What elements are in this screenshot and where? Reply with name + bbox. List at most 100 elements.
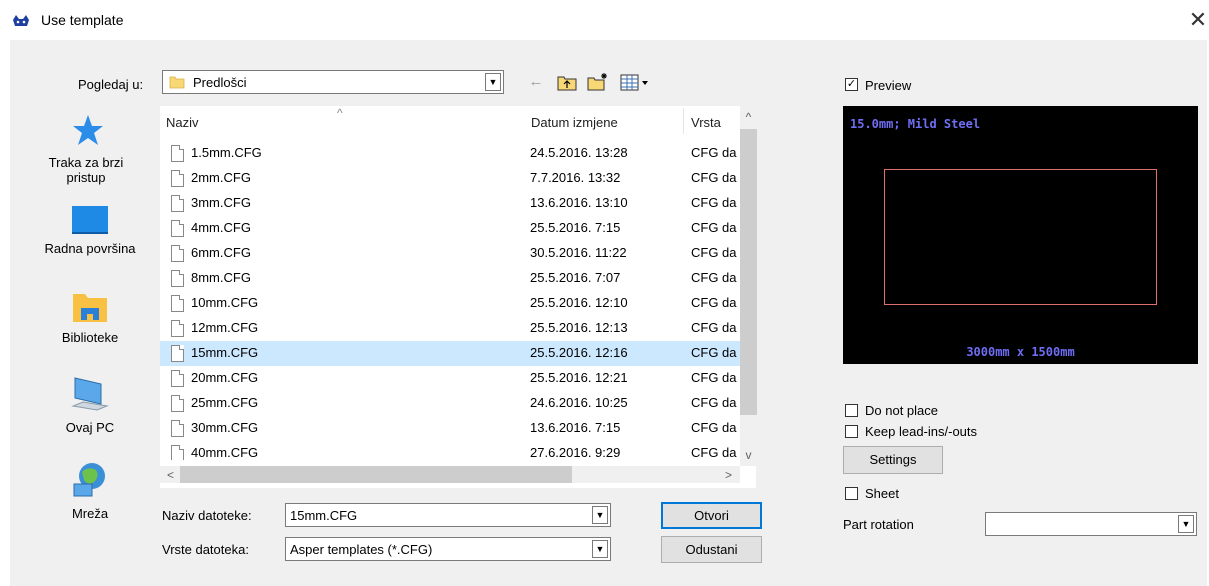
file-name: 20mm.CFG	[191, 370, 259, 385]
scroll-up-icon[interactable]: ^	[740, 109, 757, 126]
file-date: 13.6.2016. 7:15	[530, 420, 621, 435]
file-date: 7.7.2016. 13:32	[530, 170, 621, 185]
file-row[interactable]: 8mm.CFG 25.5.2016. 7:07 CFG da	[160, 266, 740, 291]
file-row[interactable]: 40mm.CFG 27.6.2016. 9:29 CFG da	[160, 441, 740, 460]
place-this-pc[interactable]: Ovaj PC	[40, 376, 140, 435]
scroll-right-icon[interactable]: >	[720, 467, 737, 484]
filename-field[interactable]: 15mm.CFG ▼	[285, 503, 611, 527]
place-desktop[interactable]: Radna površina	[40, 205, 140, 256]
preview-title: 15.0mm; Mild Steel	[850, 117, 981, 131]
keep-leadins-label: Keep lead-ins/-outs	[865, 424, 978, 439]
filename-value: 15mm.CFG	[290, 508, 358, 523]
file-icon	[171, 270, 184, 287]
file-type: CFG da	[691, 420, 737, 435]
file-date: 27.6.2016. 9:29	[530, 445, 621, 460]
settings-button[interactable]: Settings	[843, 446, 943, 474]
file-row[interactable]: 1.5mm.CFG 24.5.2016. 13:28 CFG da	[160, 141, 740, 166]
preview-checkbox[interactable]: ✓	[845, 78, 858, 91]
file-name: 40mm.CFG	[191, 445, 259, 460]
file-icon	[171, 220, 184, 237]
sheet-checkbox[interactable]	[845, 487, 858, 500]
back-icon[interactable]: ←	[526, 72, 546, 92]
place-label: pristup	[66, 170, 106, 185]
file-icon	[171, 345, 184, 362]
file-type: CFG da	[691, 270, 737, 285]
file-row[interactable]: 15mm.CFG 25.5.2016. 12:16 CFG da	[160, 341, 740, 366]
file-name: 1.5mm.CFG	[191, 145, 262, 160]
chevron-down-icon[interactable]: ▼	[592, 506, 608, 524]
file-name: 3mm.CFG	[191, 195, 251, 210]
lookin-dropdown[interactable]: Predlošci ▼	[162, 70, 504, 94]
file-type: CFG da	[691, 395, 737, 410]
file-row[interactable]: 25mm.CFG 24.6.2016. 10:25 CFG da	[160, 391, 740, 416]
chevron-down-icon[interactable]: ▼	[1178, 515, 1194, 533]
place-network[interactable]: Mreža	[40, 460, 140, 521]
file-type: CFG da	[691, 220, 737, 235]
file-type: CFG da	[691, 145, 737, 160]
column-date-header[interactable]: Datum izmjene	[531, 115, 618, 130]
do-not-place-checkbox[interactable]	[845, 404, 858, 417]
file-date: 30.5.2016. 11:22	[530, 245, 627, 260]
chevron-down-icon[interactable]: ▼	[592, 540, 608, 558]
place-label: Ovaj PC	[65, 420, 115, 435]
file-row[interactable]: 3mm.CFG 13.6.2016. 13:10 CFG da	[160, 191, 740, 216]
file-row[interactable]: 12mm.CFG 25.5.2016. 12:13 CFG da	[160, 316, 740, 341]
close-icon[interactable]: ✕	[1186, 6, 1209, 34]
file-date: 24.5.2016. 13:28	[530, 145, 628, 160]
filetype-value: Asper templates (*.CFG)	[290, 542, 433, 557]
column-divider[interactable]	[683, 108, 684, 134]
file-name: 2mm.CFG	[191, 170, 251, 185]
star-icon	[73, 115, 103, 145]
filename-label: Naziv datoteke:	[162, 508, 252, 523]
part-rotation-label: Part rotation	[843, 517, 914, 532]
file-row[interactable]: 6mm.CFG 30.5.2016. 11:22 CFG da	[160, 241, 740, 266]
lookin-label: Pogledaj u:	[78, 77, 144, 92]
scroll-left-icon[interactable]: <	[162, 467, 179, 484]
file-type: CFG da	[691, 295, 737, 310]
up-folder-icon[interactable]	[557, 74, 577, 91]
new-folder-icon[interactable]	[587, 72, 609, 91]
horizontal-scroll-thumb[interactable]	[180, 466, 572, 483]
computer-icon	[71, 377, 109, 411]
file-date: 24.6.2016. 10:25	[530, 395, 628, 410]
part-rotation-select[interactable]: ▼	[985, 512, 1197, 536]
file-icon	[171, 195, 184, 212]
file-row[interactable]: 2mm.CFG 7.7.2016. 13:32 CFG da	[160, 166, 740, 191]
place-label: Radna površina	[44, 241, 136, 256]
library-icon	[73, 294, 107, 322]
cancel-button[interactable]: Odustani	[661, 536, 762, 563]
scroll-down-icon[interactable]: v	[740, 447, 757, 464]
place-label: Mreža	[71, 506, 109, 521]
file-row[interactable]: 10mm.CFG 25.5.2016. 12:10 CFG da	[160, 291, 740, 316]
file-type: CFG da	[691, 370, 737, 385]
keep-leadins-checkbox[interactable]	[845, 425, 858, 438]
file-date: 25.5.2016. 12:21	[530, 370, 628, 385]
open-button[interactable]: Otvori	[661, 502, 762, 529]
file-date: 13.6.2016. 13:10	[530, 195, 628, 210]
file-date: 25.5.2016. 12:16	[530, 345, 628, 360]
file-icon	[171, 245, 184, 262]
file-name: 4mm.CFG	[191, 220, 251, 235]
file-type: CFG da	[691, 320, 737, 335]
preview-label: Preview	[865, 78, 912, 93]
chevron-down-icon[interactable]: ▼	[485, 73, 501, 91]
vertical-scroll-thumb[interactable]	[740, 129, 757, 415]
file-row[interactable]: 4mm.CFG 25.5.2016. 7:15 CFG da	[160, 216, 740, 241]
folder-icon	[169, 76, 185, 89]
desktop-icon	[72, 206, 108, 234]
column-type-header[interactable]: Vrsta	[691, 115, 721, 130]
place-libraries[interactable]: Biblioteke	[40, 290, 140, 345]
file-icon	[171, 170, 184, 187]
file-date: 25.5.2016. 7:15	[530, 220, 621, 235]
file-row[interactable]: 30mm.CFG 13.6.2016. 7:15 CFG da	[160, 416, 740, 441]
view-menu-icon[interactable]	[620, 74, 652, 91]
place-quick-access[interactable]: Traka za brzi pristup	[36, 113, 136, 185]
file-name: 8mm.CFG	[191, 270, 251, 285]
column-name-header[interactable]: Naziv	[166, 115, 199, 130]
filetype-select[interactable]: Asper templates (*.CFG) ▼	[285, 537, 611, 561]
file-date: 25.5.2016. 7:07	[530, 270, 621, 285]
file-type: CFG da	[691, 445, 737, 460]
file-date: 25.5.2016. 12:10	[530, 295, 628, 310]
preview-sheet-outline	[884, 169, 1157, 305]
file-row[interactable]: 20mm.CFG 25.5.2016. 12:21 CFG da	[160, 366, 740, 391]
